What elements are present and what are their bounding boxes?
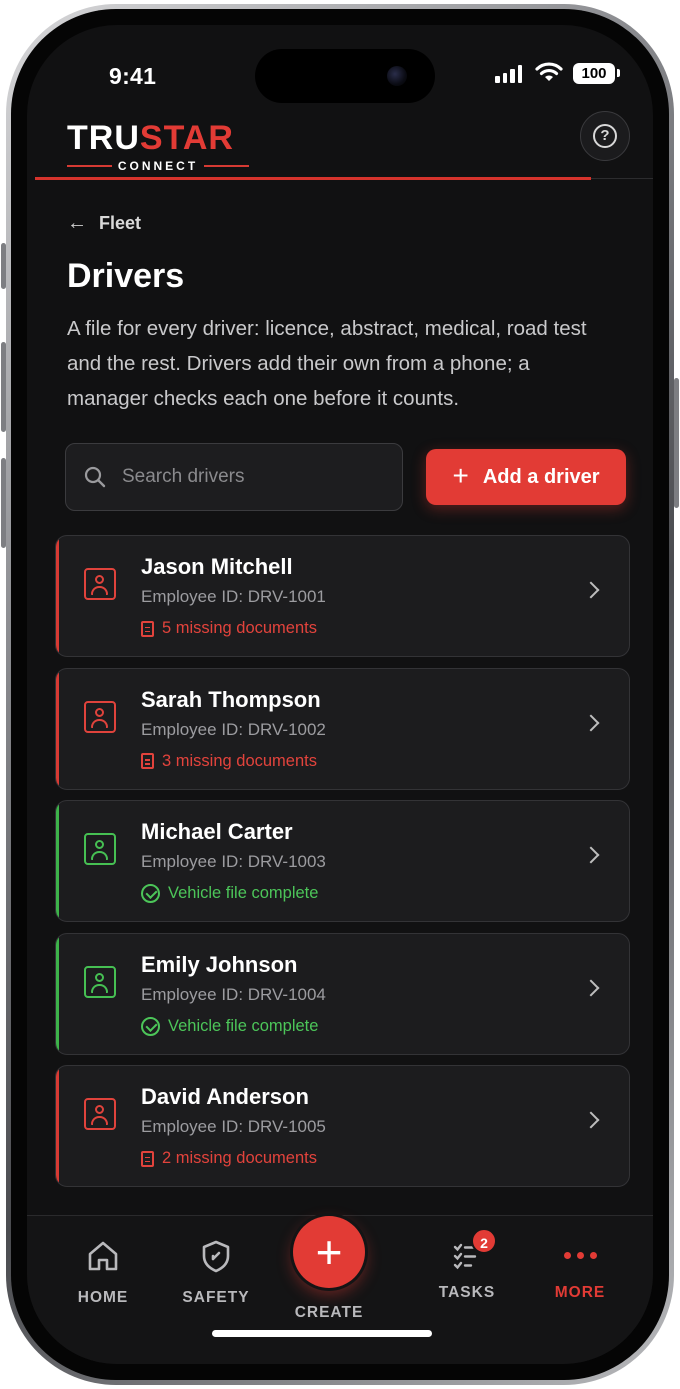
plus-icon: + — [452, 459, 469, 491]
driver-card[interactable]: Sarah Thompson Employee ID: DRV-1002 3 m… — [55, 667, 630, 790]
cellular-signal-icon — [495, 65, 522, 83]
driver-name: Jason Mitchell — [141, 554, 293, 579]
driver-status: 2 missing documents — [141, 1149, 317, 1168]
chevron-right-icon — [582, 846, 600, 864]
driver-list: Jason Mitchell Employee ID: DRV-1001 5 m… — [55, 535, 630, 1198]
home-indicator[interactable] — [212, 1330, 432, 1337]
battery-icon: 100 — [573, 63, 620, 84]
nav-tasks-label: TASKS — [438, 1284, 496, 1301]
chevron-right-icon — [582, 714, 600, 731]
logo-text-red: STAR — [139, 119, 234, 157]
driver-employee-id: Employee ID: DRV-1005 — [141, 1117, 326, 1136]
logo-line-left — [67, 165, 112, 167]
page-title: Drivers — [67, 257, 185, 295]
wifi-icon — [535, 62, 563, 81]
driver-status: 3 missing documents — [141, 752, 317, 771]
back-label: Fleet — [99, 213, 142, 233]
chevron-right-icon — [582, 581, 600, 599]
driver-status-text: 2 missing documents — [162, 1149, 317, 1167]
status-accent-bar — [56, 668, 59, 789]
driver-card[interactable]: Jason Mitchell Employee ID: DRV-1001 5 m… — [55, 535, 630, 657]
logo-line-right — [204, 165, 249, 167]
driver-avatar-icon — [84, 833, 116, 865]
document-icon — [141, 620, 154, 637]
driver-name: Michael Carter — [141, 819, 293, 844]
status-accent-bar — [56, 933, 59, 1054]
driver-employee-id: Employee ID: DRV-1003 — [141, 852, 326, 871]
logo-sub-text: CONNECT — [117, 159, 199, 173]
driver-avatar-icon — [84, 700, 116, 733]
driver-employee-id: Employee ID: DRV-1002 — [141, 719, 326, 739]
chevron-right-icon — [582, 979, 600, 996]
nav-create-label: CREATE — [294, 1304, 364, 1321]
driver-status-text: Vehicle file complete — [168, 1016, 319, 1035]
screen: 9:41 100 TRUSTAR CONNECT ? ← Fleet Drive… — [27, 25, 653, 1364]
driver-status-text: 3 missing documents — [162, 751, 317, 770]
search-input[interactable] — [122, 466, 372, 488]
add-driver-label: Add a driver — [482, 465, 600, 488]
create-button[interactable]: + — [293, 1216, 365, 1288]
search-box[interactable] — [65, 443, 403, 511]
driver-card[interactable]: David Anderson Employee ID: DRV-1005 2 m… — [55, 1065, 630, 1187]
phone-bezel: 9:41 100 TRUSTAR CONNECT ? ← Fleet Drive… — [11, 9, 669, 1380]
arrow-left-icon: ← — [67, 212, 87, 234]
add-driver-button[interactable]: + Add a driver — [426, 449, 626, 505]
nav-safety-label: SAFETY — [182, 1289, 250, 1306]
driver-status-text: 5 missing documents — [162, 619, 317, 637]
page-description: A file for every driver: licence, abstra… — [67, 317, 587, 410]
status-bar: 9:41 100 — [27, 25, 653, 105]
tasks-badge: 2 — [471, 1228, 497, 1254]
driver-employee-id: Employee ID: DRV-1001 — [141, 587, 326, 606]
driver-name: Emily Johnson — [141, 951, 298, 977]
help-icon: ? — [593, 124, 617, 148]
status-accent-bar — [56, 1066, 59, 1186]
status-accent-bar — [56, 536, 59, 656]
back-link[interactable]: ← Fleet — [67, 212, 141, 235]
driver-avatar-icon — [84, 965, 116, 998]
driver-avatar-icon — [84, 1098, 116, 1130]
logo-wordmark: TRUSTAR — [67, 121, 267, 155]
trustar-logo: TRUSTAR CONNECT — [67, 121, 267, 181]
driver-card[interactable]: Michael Carter Employee ID: DRV-1003 Veh… — [55, 800, 630, 922]
tasks-icon-wrap: 2 — [449, 1228, 497, 1274]
dynamic-island — [255, 49, 435, 103]
nav-home-label: HOME — [77, 1289, 129, 1306]
driver-status: Vehicle file complete — [141, 884, 318, 903]
nav-safety[interactable]: SAFETY — [166, 1238, 266, 1307]
help-button[interactable]: ? — [580, 111, 630, 161]
check-circle-icon — [141, 884, 160, 903]
driver-card[interactable]: Emily Johnson Employee ID: DRV-1004 Vehi… — [55, 932, 630, 1055]
camera-icon — [387, 66, 407, 86]
shield-icon — [202, 1240, 230, 1273]
phone-frame: 9:41 100 TRUSTAR CONNECT ? ← Fleet Drive… — [6, 4, 674, 1385]
driver-status-text: Vehicle file complete — [168, 884, 319, 902]
check-circle-icon — [141, 1016, 160, 1036]
logo-subtitle: CONNECT — [67, 159, 249, 173]
nav-tasks[interactable]: 2 TASKS — [417, 1228, 517, 1302]
search-icon — [84, 466, 106, 488]
power-button — [674, 378, 679, 508]
document-icon — [141, 753, 154, 769]
header-accent-bar — [35, 177, 591, 180]
status-accent-bar — [56, 801, 59, 921]
driver-name: Sarah Thompson — [141, 686, 321, 712]
driver-name: David Anderson — [141, 1084, 309, 1109]
chevron-right-icon — [582, 1111, 600, 1129]
bottom-nav: HOME SAFETY + CREATE 2 TASKS MORE — [27, 1215, 653, 1364]
logo-text-white: TRU — [67, 119, 140, 157]
driver-status: Vehicle file complete — [141, 1016, 319, 1036]
driver-avatar-icon — [84, 568, 116, 600]
document-icon — [141, 1150, 154, 1167]
status-time: 9:41 — [109, 63, 157, 89]
driver-employee-id: Employee ID: DRV-1004 — [141, 984, 326, 1004]
nav-home[interactable]: HOME — [53, 1238, 153, 1307]
more-dots-icon — [562, 1238, 598, 1274]
home-icon — [88, 1241, 118, 1271]
driver-status: 5 missing documents — [141, 619, 317, 638]
nav-more[interactable]: MORE — [530, 1238, 630, 1302]
nav-more-label: MORE — [554, 1284, 606, 1301]
